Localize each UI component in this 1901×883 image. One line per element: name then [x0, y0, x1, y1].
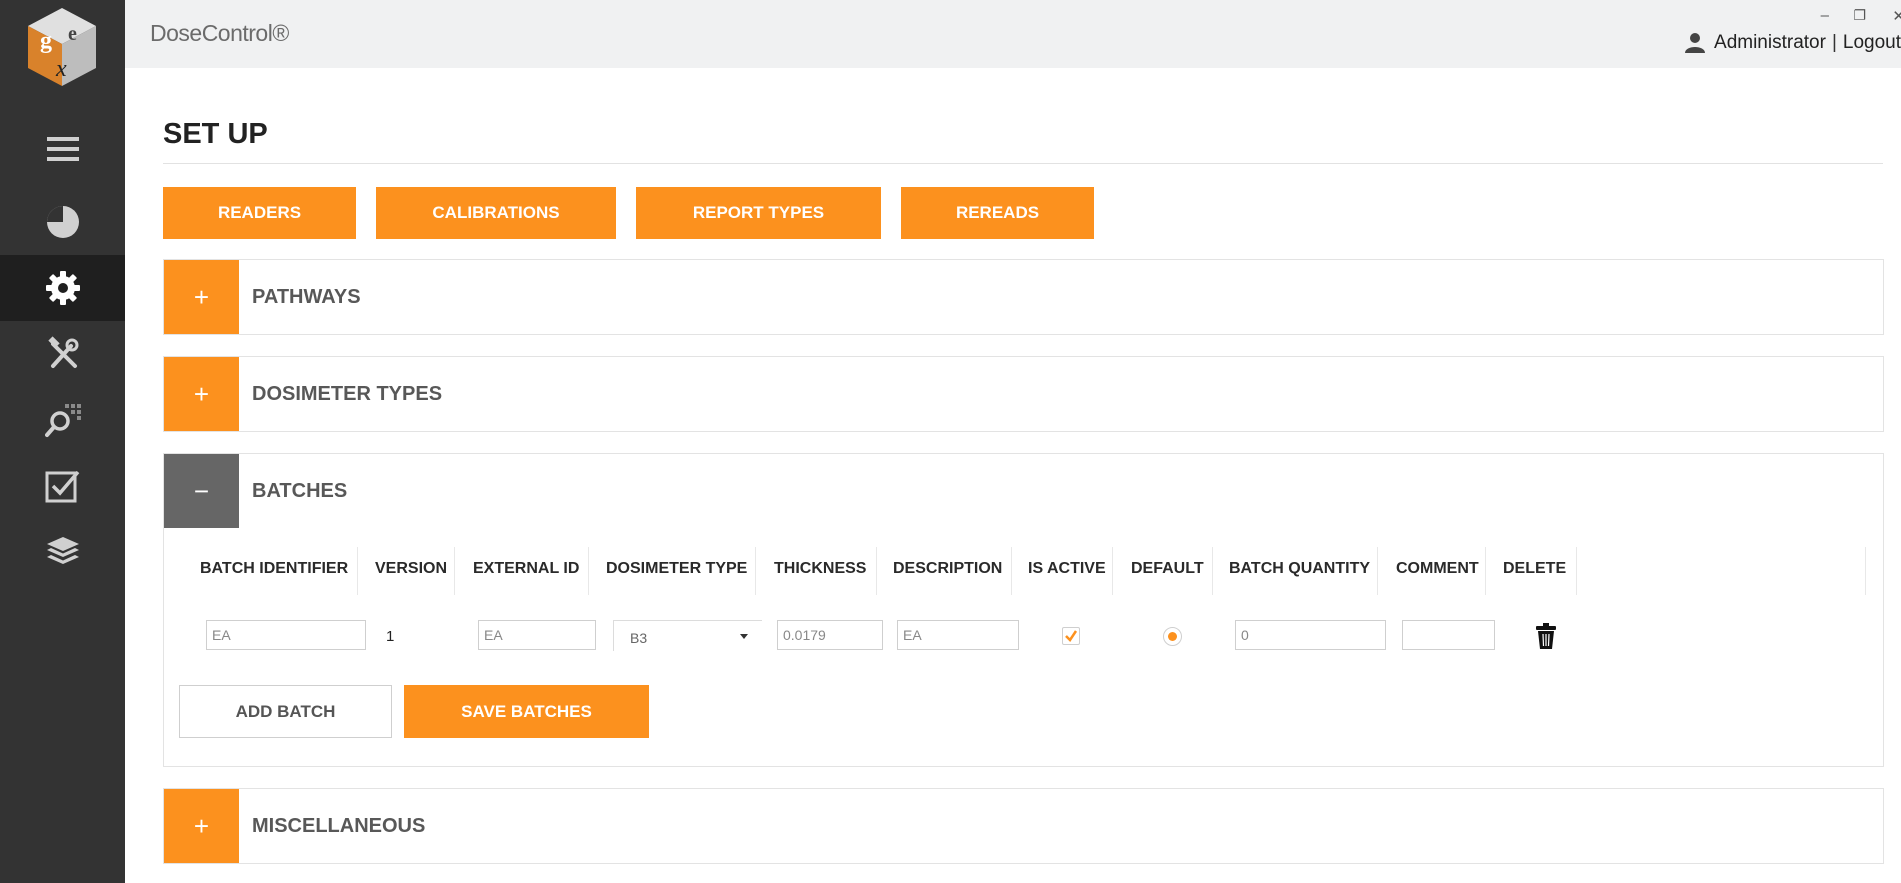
app-title: DoseControl®: [150, 20, 289, 46]
gex-logo-icon: g e x: [28, 8, 96, 86]
nav-setup[interactable]: [0, 255, 125, 321]
nav-search[interactable]: [0, 387, 125, 453]
menu-icon: [46, 137, 79, 161]
dosimeter-types-panel: + DOSIMETER TYPES: [163, 356, 1884, 432]
header-delete: DELETE: [1503, 560, 1567, 577]
external-id-input[interactable]: [478, 620, 596, 650]
thickness-input[interactable]: [777, 620, 883, 650]
radio-selected-dot: [1168, 632, 1177, 641]
calibrations-button[interactable]: CALIBRATIONS: [376, 187, 616, 239]
nav-layers[interactable]: [0, 519, 125, 585]
dosimeter-types-title[interactable]: DOSIMETER TYPES: [252, 357, 442, 431]
sidebar: g e x: [0, 0, 125, 883]
gear-icon: [45, 271, 80, 305]
pathways-expand-button[interactable]: +: [164, 260, 239, 334]
user-icon: [1685, 33, 1706, 53]
comment-input[interactable]: [1402, 620, 1495, 650]
pathways-title[interactable]: PATHWAYS: [252, 260, 361, 334]
column-divider: [755, 547, 756, 595]
trash-icon[interactable]: [1536, 623, 1556, 649]
header-external-id: EXTERNAL ID: [473, 560, 580, 577]
header-version: VERSION: [375, 560, 448, 577]
checkmark-icon: [1065, 630, 1078, 642]
description-input[interactable]: [897, 620, 1019, 650]
batches-collapse-button[interactable]: −: [164, 454, 239, 528]
header-batch-identifier: BATCH IDENTIFIER: [200, 560, 349, 577]
report-types-button[interactable]: REPORT TYPES: [636, 187, 881, 239]
is-active-checkbox[interactable]: [1062, 627, 1080, 645]
dosimeter-type-select[interactable]: B3: [613, 620, 762, 651]
batch-identifier-input[interactable]: [206, 620, 366, 650]
column-divider: [454, 547, 455, 595]
pathways-panel: + PATHWAYS: [163, 259, 1884, 335]
column-divider: [588, 547, 589, 595]
user-separator: |: [1831, 32, 1837, 53]
svg-text:x: x: [55, 56, 67, 82]
column-divider: [1485, 547, 1486, 595]
column-divider: [357, 547, 358, 595]
svg-text:g: g: [40, 28, 52, 54]
header-description: DESCRIPTION: [893, 560, 1003, 577]
dosimeter-types-expand-button[interactable]: +: [164, 357, 239, 431]
miscellaneous-expand-button[interactable]: +: [164, 789, 239, 863]
minimize-button[interactable]: –: [1821, 7, 1829, 24]
default-radio[interactable]: [1163, 627, 1182, 646]
checklist-icon: [45, 470, 79, 503]
miscellaneous-panel: + MISCELLANEOUS: [163, 788, 1884, 864]
layers-icon: [46, 537, 79, 564]
rereads-button[interactable]: REREADS: [901, 187, 1094, 239]
search-grid-icon: [44, 404, 81, 437]
close-button[interactable]: ✕: [1892, 7, 1901, 25]
nav-tools[interactable]: [0, 321, 125, 387]
pie-chart-icon: [46, 206, 79, 238]
column-divider: [1011, 547, 1012, 595]
header-comment: COMMENT: [1396, 560, 1479, 577]
header-is-active: IS ACTIVE: [1028, 560, 1106, 577]
column-divider: [1212, 547, 1213, 595]
nav-dashboard[interactable]: [0, 189, 125, 255]
add-batch-button[interactable]: ADD BATCH: [179, 685, 392, 738]
title-divider: [163, 163, 1883, 164]
logout-link[interactable]: Logout: [1843, 32, 1901, 54]
readers-button[interactable]: READERS: [163, 187, 356, 239]
batches-title[interactable]: BATCHES: [252, 454, 347, 528]
user-area: Administrator | Logout: [1684, 32, 1901, 54]
header-dosimeter-type: DOSIMETER TYPE: [606, 560, 748, 577]
column-divider: [1865, 547, 1866, 595]
column-divider: [1112, 547, 1113, 595]
svg-text:e: e: [68, 23, 77, 45]
restore-button[interactable]: ❐: [1853, 7, 1866, 24]
column-divider: [876, 547, 877, 595]
column-divider: [1377, 547, 1378, 595]
header-batch-quantity: BATCH QUANTITY: [1229, 560, 1371, 577]
column-divider: [1576, 547, 1577, 595]
nav-menu[interactable]: [0, 116, 125, 182]
version-value: 1: [386, 628, 395, 645]
header-default: DEFAULT: [1131, 560, 1204, 577]
chevron-down-icon: [740, 634, 748, 639]
batch-quantity-input[interactable]: [1235, 620, 1386, 650]
top-bar: DoseControl® – ❐ ✕ Administrator | Logou…: [125, 0, 1901, 68]
nav-checklist[interactable]: [0, 453, 125, 519]
header-thickness: THICKNESS: [774, 560, 867, 577]
miscellaneous-title[interactable]: MISCELLANEOUS: [252, 789, 425, 863]
tools-icon: [47, 336, 78, 368]
page-title: SET UP: [163, 118, 268, 150]
save-batches-button[interactable]: SAVE BATCHES: [404, 685, 649, 738]
dosimeter-type-value: B3: [630, 630, 648, 646]
user-name: Administrator: [1714, 32, 1826, 53]
